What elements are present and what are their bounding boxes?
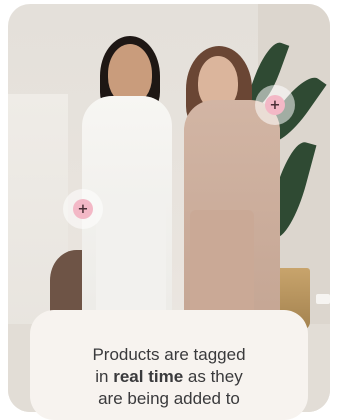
caption-line-2: in real time as they [95,367,243,386]
product-tag-hotspot-left[interactable]: + [63,189,103,229]
caption-emphasis: real time [113,367,184,386]
caption-text: Products are tagged in real time as they… [30,344,308,410]
model-left-face [108,44,152,104]
product-tag-hotspot-right[interactable]: + [255,85,295,125]
caption-line-1: Products are tagged [92,345,246,364]
caption-line-3: are being added to [98,389,240,408]
plus-icon: + [73,199,93,219]
plus-icon: + [265,95,285,115]
